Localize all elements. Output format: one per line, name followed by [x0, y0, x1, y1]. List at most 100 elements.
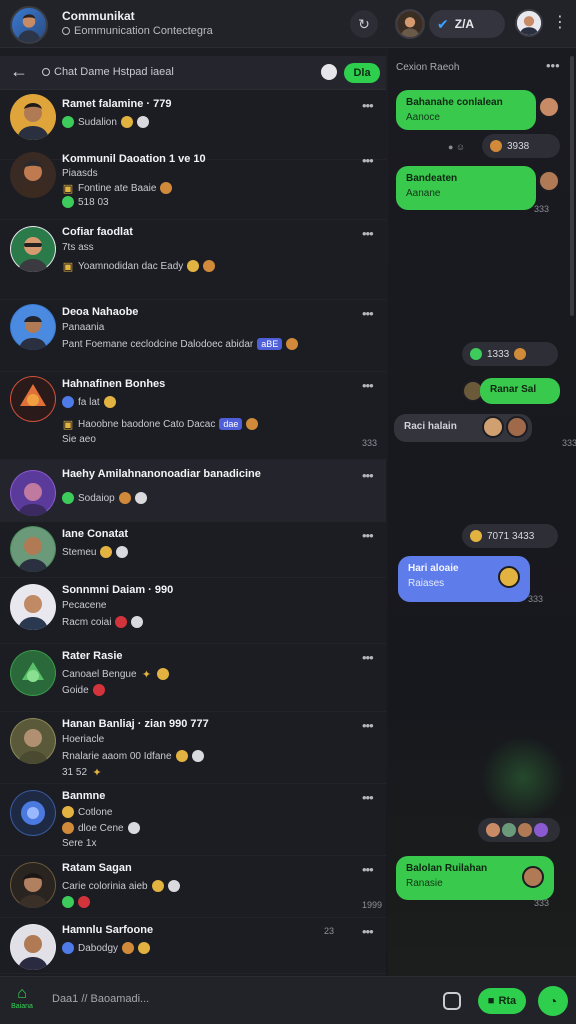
chat-preview: Canoael Bengue ✦ [62, 668, 169, 681]
chat-meta: 518 03 [62, 196, 109, 208]
more-icon[interactable]: ••• [362, 378, 374, 393]
status-icon [62, 492, 74, 504]
new-chat-button[interactable]: ◔ [538, 986, 568, 1016]
sender-avatar [498, 566, 520, 588]
message-bubble[interactable]: Bahanahe conlalean Aanoce [396, 90, 536, 130]
chat-preview: Sodaiop [62, 492, 147, 504]
emoji-icon [160, 182, 173, 194]
scrollbar[interactable] [570, 56, 574, 316]
reaction-bar[interactable]: 7071 3433 [462, 524, 558, 548]
chat-row[interactable]: Cofiar faodlat 7ts ass ▣ Yoamnodidan dac … [0, 220, 386, 300]
more-icon[interactable]: ••• [362, 862, 374, 877]
more-icon[interactable]: ••• [362, 924, 374, 939]
chat-bubble-icon[interactable] [321, 64, 337, 80]
more-icon[interactable]: ••• [362, 306, 374, 321]
chat-preview: Sudalion [62, 116, 149, 128]
more-icon[interactable]: ••• [546, 58, 560, 73]
chat-row[interactable]: Hahnafinen Bonhes fa lat ▣ Haoobne baodon… [0, 372, 386, 460]
more-icon[interactable]: ••• [362, 650, 374, 665]
chat-subtitle: Pecacene [62, 600, 107, 611]
back-arrow-icon[interactable]: ← [10, 61, 28, 82]
chat-list-header: ← Chat Dame Hstpad iaeal Dla [0, 56, 386, 90]
refresh-button[interactable]: ↻ [350, 10, 378, 38]
globe-icon [42, 68, 50, 76]
emoji-icon [175, 750, 188, 762]
avatar [486, 823, 500, 837]
check-icon: ✔ [437, 15, 449, 32]
chat-preview: ▣ Yoamnodidan dac Eady [62, 260, 216, 273]
avatar [10, 924, 56, 970]
chat-row[interactable]: Ratam Sagan Carie colorinia aieb ••• 199… [0, 856, 386, 918]
chat-row[interactable]: Kommunil Daoation 1 ve 10 Piaasds ▣ Fonti… [0, 148, 386, 220]
star-icon: ✦ [92, 766, 102, 779]
chat-name: Iane Conatat [62, 528, 129, 540]
timestamp: ● ☺ [448, 142, 466, 152]
chat-name: Hanan Banliaj · zian 990 777 [62, 718, 209, 730]
message-input[interactable]: Daa1 // Baoamadi... [52, 993, 149, 1005]
star-icon: ✦ [141, 668, 152, 681]
camera-icon[interactable] [443, 992, 461, 1010]
chat-name: Banmne [62, 790, 106, 802]
more-menu-icon[interactable]: ⋮ [552, 12, 568, 32]
message-bubble[interactable]: Bandeaten Aanane [396, 166, 536, 210]
chat-app: Communikat Eommunication Contectegra ↻ ✔… [0, 0, 576, 1024]
more-icon[interactable]: ••• [362, 528, 374, 543]
more-icon[interactable]: ••• [362, 226, 374, 241]
chat-subtitle: fa lat [62, 396, 116, 408]
more-icon[interactable]: ••• [362, 468, 374, 483]
avatar [10, 226, 56, 272]
status-icon [62, 116, 74, 128]
video-call-button[interactable]: ■ Rta [478, 988, 526, 1014]
chat-subtitle: Cotlone [62, 806, 112, 818]
chat-row[interactable]: Rater Rasie Canoael Bengue ✦ Goide ••• [0, 644, 386, 712]
timestamp: 333 [528, 594, 544, 604]
chat-row[interactable]: Banmne Cotlone dloe Cene Sere 1x ••• [0, 784, 386, 856]
unread-count: 23 [324, 926, 335, 936]
more-icon[interactable]: ••• [362, 718, 374, 733]
user-avatar[interactable] [515, 9, 543, 37]
profile-avatar[interactable] [10, 6, 48, 44]
emoji-icon [203, 260, 216, 272]
message-bubble[interactable]: Ranar Sal [480, 378, 560, 404]
sender-avatar [538, 96, 560, 118]
avatar [10, 152, 56, 198]
online-toggle[interactable]: Dla [344, 63, 380, 83]
avatar [10, 376, 56, 422]
more-icon[interactable]: ••• [362, 98, 374, 113]
reaction-bar[interactable]: 1333 [462, 342, 558, 366]
chat-meta: Sere 1x [62, 838, 97, 849]
chat-row[interactable]: Deoa Nahaobe Panaania Pant Foemane ceclo… [0, 300, 386, 372]
chat-name: Rater Rasie [62, 650, 123, 662]
chat-row[interactable]: Sonnmni Daiam · 990 Pecacene Racm coiai [0, 578, 386, 644]
emoji-icon [127, 822, 140, 834]
home-button[interactable]: ⌂ Baiana [10, 985, 34, 1010]
chat-row[interactable]: Hanan Banliaj · zian 990 777 Hoeriacle R… [0, 712, 386, 784]
emoji-icon [118, 492, 131, 504]
verified-pill[interactable]: ✔ Z/A [429, 10, 505, 38]
more-icon[interactable]: ••• [362, 790, 374, 805]
reaction-bar[interactable]: 3938 [482, 134, 560, 158]
contact-avatar[interactable] [395, 9, 425, 39]
chat-name: Deoa Nahaobe [62, 306, 139, 318]
emoji-icon [131, 616, 144, 628]
avatar [10, 862, 56, 908]
emoji-icon [286, 338, 299, 350]
chat-row[interactable]: Haehy Amilahnanonoadiar banadicine Sodai… [0, 460, 386, 522]
chat-row[interactable]: Hamnlu Sarfoone Dabodgy 23 ••• [0, 918, 386, 974]
emoji-icon [470, 348, 482, 360]
sender-avatar [522, 866, 544, 888]
chat-meta: 31 52 ✦ [62, 766, 102, 779]
chat-subtitle: Piaasds [62, 168, 98, 179]
label-badge: aBE [257, 338, 283, 350]
avatar [518, 823, 532, 837]
emoji-icon [122, 942, 135, 954]
timestamp: 1999 [362, 900, 383, 910]
more-icon[interactable]: ••• [362, 153, 374, 168]
emoji-icon [156, 668, 169, 680]
emoji-icon [136, 116, 149, 128]
chat-row[interactable]: Iane Conatat Stemeu ••• [0, 522, 386, 578]
chat-name: Haehy Amilahnanonoadiar banadicine [62, 468, 261, 480]
chat-preview: Racm coiai [62, 616, 144, 628]
reaction-bar[interactable] [478, 818, 560, 842]
emoji-icon [134, 492, 147, 504]
